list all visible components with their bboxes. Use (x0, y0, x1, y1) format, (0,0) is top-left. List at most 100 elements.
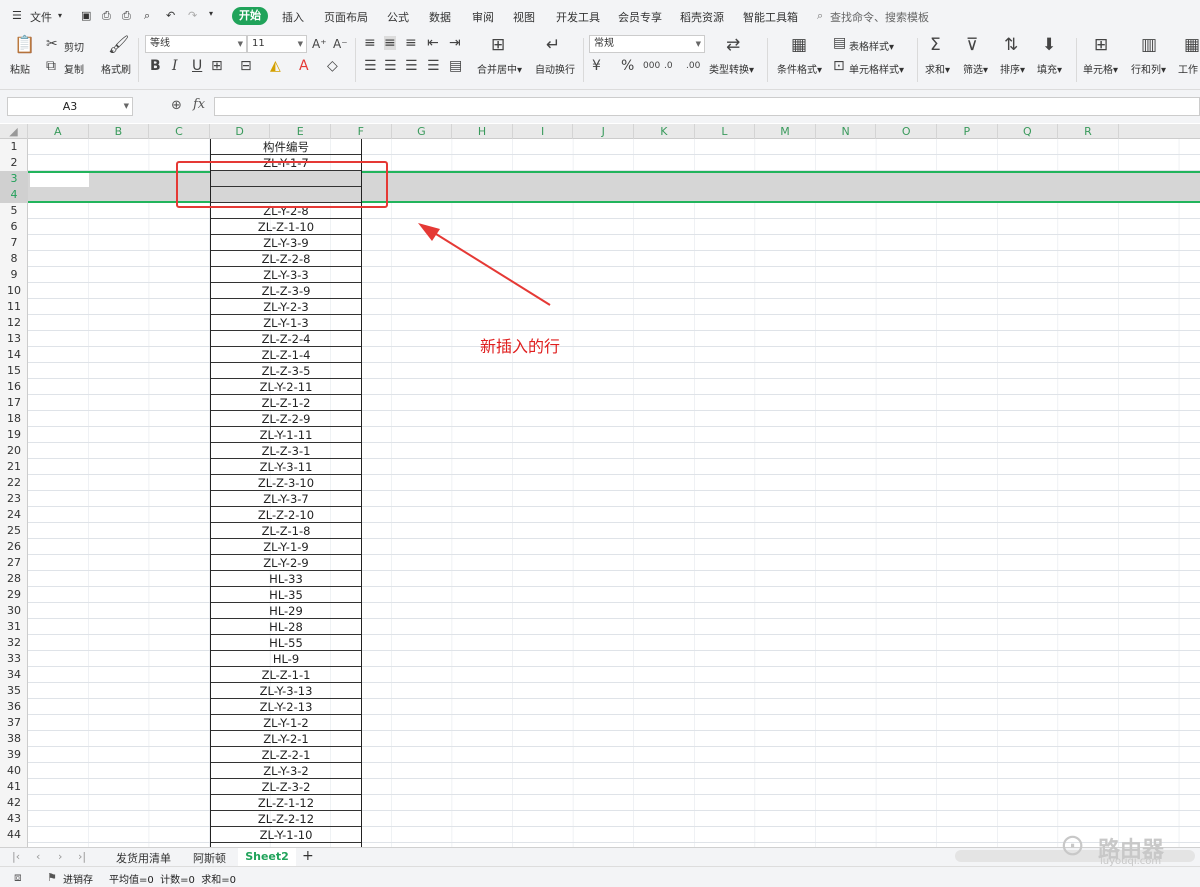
font-size-select[interactable]: 11 ▼ (247, 35, 307, 53)
row-header-16[interactable]: 16 (0, 379, 28, 395)
row-header-37[interactable]: 37 (0, 715, 28, 731)
formula-input[interactable] (214, 97, 1200, 116)
row-col-icon[interactable]: ▥ (1141, 36, 1157, 54)
worksheet-icon[interactable]: ▦ (1184, 36, 1200, 54)
decrease-indent-icon[interactable]: ⇤ (427, 36, 439, 50)
cell-d27[interactable]: ZL-Y-2-9 (211, 555, 361, 571)
cell-d6[interactable]: ZL-Z-1-10 (211, 219, 361, 235)
tab-page-layout[interactable]: 页面布局 (324, 9, 368, 25)
align-left-icon[interactable]: ☰ (364, 59, 377, 73)
align-top-icon[interactable]: ≡ (364, 36, 376, 50)
cell-d42[interactable]: ZL-Z-1-12 (211, 795, 361, 811)
redo-icon[interactable]: ↷ (188, 9, 197, 22)
column-header-d[interactable]: D (210, 124, 271, 139)
row-header-7[interactable]: 7 (0, 235, 28, 251)
tab-insert[interactable]: 插入 (282, 9, 304, 25)
row-header-1[interactable]: 1 (0, 139, 28, 155)
cell-d23[interactable]: ZL-Y-3-7 (211, 491, 361, 507)
sheet-tab-2[interactable]: 阿斯顿 (193, 850, 226, 866)
cell-d14[interactable]: ZL-Z-1-4 (211, 347, 361, 363)
font-color-icon[interactable]: A (299, 59, 309, 73)
fill-button[interactable]: 填充▾ (1037, 61, 1062, 76)
undo-icon[interactable]: ↶ (166, 9, 175, 22)
copy-button[interactable]: 复制 (64, 61, 84, 76)
cell-d13[interactable]: ZL-Z-2-4 (211, 331, 361, 347)
cell-style-button[interactable]: 单元格样式▾ (849, 61, 904, 76)
save-icon[interactable]: ▣ (81, 9, 91, 22)
fx-icon[interactable]: fx (193, 97, 205, 112)
cell-d37[interactable]: ZL-Y-1-2 (211, 715, 361, 731)
print-icon[interactable]: ⎙ (122, 9, 131, 23)
tab-home[interactable]: 开始 (232, 7, 268, 25)
row-header-10[interactable]: 10 (0, 283, 28, 299)
column-header-a[interactable]: A (28, 124, 89, 139)
tab-docer[interactable]: 稻壳资源 (680, 9, 724, 25)
decrease-font-icon[interactable]: A⁻ (333, 37, 348, 51)
cell-d25[interactable]: ZL-Z-1-8 (211, 523, 361, 539)
next-sheet-icon[interactable]: › (58, 850, 62, 863)
fill-shading-icon[interactable]: ⊟ (240, 59, 252, 73)
currency-icon[interactable]: ¥ (592, 59, 601, 73)
cell-d19[interactable]: ZL-Y-1-11 (211, 427, 361, 443)
row-header-42[interactable]: 42 (0, 795, 28, 811)
first-sheet-icon[interactable]: |‹ (12, 850, 20, 863)
row-header-8[interactable]: 8 (0, 251, 28, 267)
row-header-35[interactable]: 35 (0, 683, 28, 699)
row-header-12[interactable]: 12 (0, 315, 28, 331)
column-header-q[interactable]: Q (998, 124, 1059, 139)
sheet-tab-3[interactable]: Sheet2 (238, 848, 296, 866)
cell-d9[interactable]: ZL-Y-3-3 (211, 267, 361, 283)
cell-d34[interactable]: ZL-Z-1-1 (211, 667, 361, 683)
increase-indent-icon[interactable]: ⇥ (449, 36, 461, 50)
cell-d31[interactable]: HL-28 (211, 619, 361, 635)
chevron-down-icon[interactable]: ▾ (58, 11, 62, 20)
conditional-format-icon[interactable]: ▦ (791, 36, 807, 54)
auto-wrap-icon[interactable]: ↵ (546, 36, 560, 54)
row-header-11[interactable]: 11 (0, 299, 28, 315)
tab-review[interactable]: 审阅 (472, 9, 494, 25)
tab-view[interactable]: 视图 (513, 9, 535, 25)
row-header-23[interactable]: 23 (0, 491, 28, 507)
border-icon[interactable]: ⊞ (211, 59, 223, 73)
row-header-29[interactable]: 29 (0, 587, 28, 603)
column-header-n[interactable]: N (816, 124, 877, 139)
quick-access-dropdown-icon[interactable]: ▾ (209, 9, 213, 18)
row-header-9[interactable]: 9 (0, 267, 28, 283)
cell-d17[interactable]: ZL-Z-1-2 (211, 395, 361, 411)
font-name-select[interactable]: 等线 ▼ (145, 35, 247, 53)
row-header-41[interactable]: 41 (0, 779, 28, 795)
file-menu[interactable]: 文件 (30, 9, 52, 25)
cell-d40[interactable]: ZL-Y-3-2 (211, 763, 361, 779)
row-header-4[interactable]: 4 (0, 187, 28, 203)
cell-d26[interactable]: ZL-Y-1-9 (211, 539, 361, 555)
type-convert-button[interactable]: 类型转换▾ (709, 61, 754, 76)
select-all-corner[interactable]: ◢ (0, 124, 28, 139)
sum-button[interactable]: 求和▾ (925, 61, 950, 76)
cell-d16[interactable]: ZL-Y-2-11 (211, 379, 361, 395)
cell-d33[interactable]: HL-9 (211, 651, 361, 667)
decrease-decimal-icon[interactable]: .00 (686, 59, 700, 73)
underline-button[interactable]: U (192, 59, 202, 73)
column-header-l[interactable]: L (695, 124, 756, 139)
cell-d44[interactable]: ZL-Y-1-10 (211, 827, 361, 843)
cell-icon[interactable]: ⊞ (1094, 36, 1108, 54)
row-header-18[interactable]: 18 (0, 411, 28, 427)
hamburger-icon[interactable]: ☰ (12, 9, 22, 22)
filter-icon[interactable]: ⊽ (966, 36, 978, 54)
paste-button[interactable]: 粘贴 (10, 61, 30, 76)
cell-d38[interactable]: ZL-Y-2-1 (211, 731, 361, 747)
cell-d8[interactable]: ZL-Z-2-8 (211, 251, 361, 267)
increase-font-icon[interactable]: A⁺ (312, 37, 327, 51)
row-header-38[interactable]: 38 (0, 731, 28, 747)
cell-d11[interactable]: ZL-Y-2-3 (211, 299, 361, 315)
row-header-3[interactable]: 3 (0, 171, 28, 187)
column-header-p[interactable]: P (937, 124, 998, 139)
command-search[interactable]: 查找命令、搜索模板 (830, 9, 929, 25)
clear-icon[interactable]: ◇ (327, 59, 338, 73)
align-bottom-icon[interactable]: ≡ (405, 36, 417, 50)
row-header-17[interactable]: 17 (0, 395, 28, 411)
cut-button[interactable]: 剪切 (64, 39, 84, 54)
type-convert-icon[interactable]: ⇄ (726, 36, 740, 54)
column-header-i[interactable]: I (513, 124, 574, 139)
cell-d36[interactable]: ZL-Y-2-13 (211, 699, 361, 715)
